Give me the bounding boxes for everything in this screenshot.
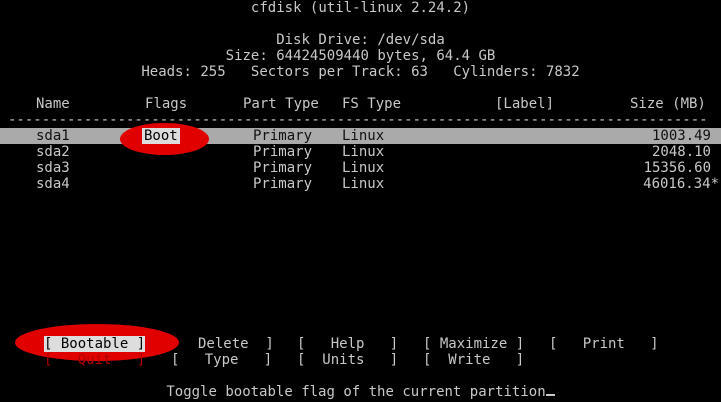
print-button[interactable]: [ Print ] <box>549 336 659 352</box>
partition-fs: Linux <box>342 128 385 144</box>
col-part-type: Part Type <box>243 96 319 112</box>
type-button[interactable]: [ Type ] <box>171 352 272 368</box>
partition-size: 46016.34* <box>643 176 719 192</box>
col-fs-type: FS Type <box>342 96 402 112</box>
boot-flag-badge: Boot <box>142 128 180 144</box>
text-cursor <box>545 394 555 396</box>
disk-geometry: Heads: 255 Sectors per Track: 63 Cylinde… <box>141 64 580 80</box>
delete-button[interactable]: Delete ] <box>198 336 274 352</box>
col-name: Name <box>36 96 70 112</box>
status-line: Toggle bootable flag of the current part… <box>0 384 721 400</box>
status-text: Toggle bootable flag of the current part… <box>166 384 546 400</box>
partition-fs: Linux <box>342 176 385 192</box>
write-button[interactable]: [ Write ] <box>423 352 524 368</box>
app-title: cfdisk (util-linux 2.24.2) <box>250 0 471 16</box>
bootable-button[interactable]: [ Bootable ] <box>44 336 146 352</box>
table-row[interactable]: sda2 Primary Linux 2048.10 <box>0 144 721 160</box>
partition-type: Primary <box>253 176 313 192</box>
partition-size: 15356.60 <box>643 160 711 176</box>
table-row[interactable]: sda4 Primary Linux 46016.34* <box>0 176 721 192</box>
disk-size: Size: 64424509440 bytes, 64.4 GB <box>225 48 496 64</box>
col-size: Size (MB) <box>630 96 706 112</box>
bootable-button-label: [ Bootable ] <box>44 336 146 352</box>
boot-flag: Boot <box>142 128 180 144</box>
partition-name: sda4 <box>36 176 70 192</box>
partition-size: 1003.49 <box>651 128 711 144</box>
help-button[interactable]: [ Help ] <box>297 336 398 352</box>
partition-type: Primary <box>253 144 313 160</box>
units-button[interactable]: [ Units ] <box>297 352 398 368</box>
maximize-button[interactable]: [ Maximize ] <box>423 336 524 352</box>
partition-type: Primary <box>253 128 313 144</box>
table-row[interactable]: sda3 Primary Linux 15356.60 <box>0 160 721 176</box>
partition-size: 2048.10 <box>651 144 711 160</box>
quit-button[interactable]: [ Quit ] <box>44 352 145 368</box>
partition-type: Primary <box>253 160 313 176</box>
partition-name: sda3 <box>36 160 70 176</box>
table-row[interactable]: sda1 Primary Linux 1003.49 <box>0 128 721 144</box>
disk-drive: Disk Drive: /dev/sda <box>276 32 445 48</box>
col-label: [Label] <box>495 96 555 112</box>
partition-fs: Linux <box>342 160 385 176</box>
col-flags: Flags <box>145 96 188 112</box>
partition-name: sda1 <box>36 128 70 144</box>
partition-fs: Linux <box>342 144 385 160</box>
partition-name: sda2 <box>36 144 70 160</box>
header-separator: ----------------------------------------… <box>8 112 710 128</box>
